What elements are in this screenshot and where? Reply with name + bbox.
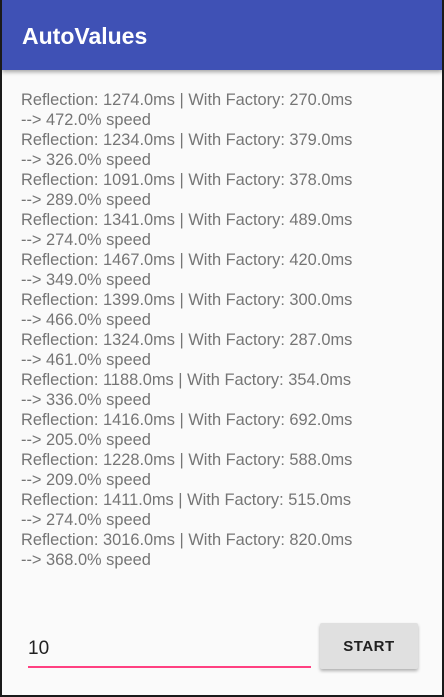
app-title: AutoValues [22,23,148,49]
result-line: --> 209.0% speed [21,471,151,489]
result-line: --> 205.0% speed [21,431,151,449]
app-screen: AutoValues Reflection: 1274.0ms | With F… [2,0,442,695]
result-line: Reflection: 1341.0ms | With Factory: 489… [21,211,353,229]
count-input[interactable] [28,634,308,664]
result-line: --> 466.0% speed [21,311,151,329]
app-bar: AutoValues [2,0,442,70]
result-line: Reflection: 3016.0ms | With Factory: 820… [21,531,353,549]
result-line: Reflection: 1467.0ms | With Factory: 420… [21,251,353,269]
results-log: Reflection: 1274.0ms | With Factory: 270… [21,90,431,570]
result-line: --> 326.0% speed [21,151,151,169]
start-button[interactable]: START [320,623,418,669]
result-line: Reflection: 1274.0ms | With Factory: 270… [21,91,353,109]
result-line: Reflection: 1324.0ms | With Factory: 287… [21,331,353,349]
result-line: --> 289.0% speed [21,191,151,209]
result-line: Reflection: 1091.0ms | With Factory: 378… [21,171,353,189]
result-line: Reflection: 1234.0ms | With Factory: 379… [21,131,353,149]
result-line: --> 274.0% speed [21,231,151,249]
result-line: Reflection: 1188.0ms | With Factory: 354… [21,371,352,389]
count-field[interactable] [28,632,311,668]
result-line: --> 472.0% speed [21,111,151,129]
result-line: --> 461.0% speed [21,351,151,369]
result-line: Reflection: 1411.0ms | With Factory: 515… [21,491,352,509]
result-line: --> 349.0% speed [21,271,151,289]
result-line: --> 368.0% speed [21,551,151,569]
result-line: Reflection: 1416.0ms | With Factory: 692… [21,411,353,429]
result-line: --> 274.0% speed [21,511,151,529]
result-line: --> 336.0% speed [21,391,151,409]
result-line: Reflection: 1228.0ms | With Factory: 588… [21,451,353,469]
result-line: Reflection: 1399.0ms | With Factory: 300… [21,291,353,309]
